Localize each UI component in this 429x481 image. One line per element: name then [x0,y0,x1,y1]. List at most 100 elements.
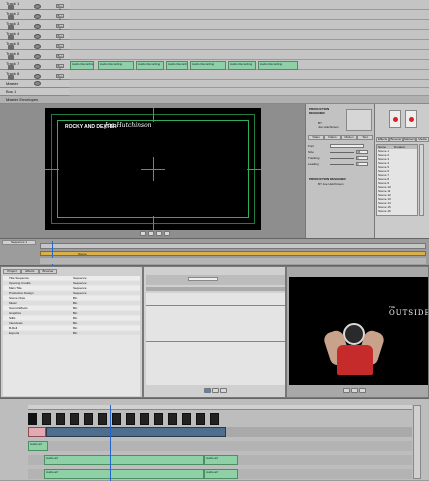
pan-knob[interactable] [34,64,41,69]
video-clip[interactable] [28,427,46,437]
audio-clip[interactable]: Audio Recording [166,61,188,70]
canvas-prev-button[interactable] [343,388,350,393]
track-header[interactable]: Track 4 Bus 1 [0,30,70,41]
video-thumbnail[interactable] [182,413,191,425]
project-item[interactable]: Music Bin [3,301,140,305]
audio-clip[interactable]: Audio Recording [136,61,164,70]
browser-scrollbar[interactable] [419,144,424,216]
pan-knob[interactable] [34,44,41,49]
bus-chip[interactable]: Bus 1 [56,44,64,51]
track-header[interactable]: Track 7 Bus 1 [0,60,70,71]
tab-filters[interactable]: Filters [324,135,341,140]
project-item[interactable]: Sound Effects Bin [3,306,140,310]
track-header[interactable]: Track 2 Bus 1 [0,10,70,21]
list-item[interactable]: Scene 16 [377,209,417,213]
tab-browser-bottom[interactable]: Browser [39,269,57,274]
master-track-header[interactable]: Master [0,80,70,88]
track-lane[interactable] [70,50,429,60]
video-thumbnail[interactable] [112,413,121,425]
project-item[interactable]: Title Sequence Sequence [3,276,140,280]
font-field[interactable] [330,144,364,148]
tab-project[interactable]: Project [3,269,21,274]
audio-clip[interactable]: Audio Recording [258,61,298,70]
canvas-play-button[interactable] [351,388,358,393]
canvas-next-button[interactable] [359,388,366,393]
pan-knob[interactable] [34,14,41,19]
editor-area[interactable] [146,293,285,385]
video-thumbnail[interactable] [56,413,65,425]
pan-knob[interactable] [34,54,41,59]
record-button-2[interactable] [405,110,417,128]
video-thumbnail[interactable] [28,413,37,425]
tab-effects-bottom[interactable]: Effects [21,269,39,274]
tab-markers[interactable]: Markers [403,137,416,142]
track-lane[interactable] [70,40,429,50]
audio-clip[interactable]: Audio Recording [228,61,256,70]
track-lane[interactable] [70,10,429,20]
audio-clip[interactable]: Audio.aif [204,469,238,479]
audio-clip[interactable]: Audio.aif [44,455,204,465]
project-item[interactable]: Interviews Bin [3,321,140,325]
bus-chip[interactable]: Bus 1 [56,34,64,41]
video-thumbnail[interactable] [42,413,51,425]
track-lane[interactable] [70,20,429,30]
viewer-canvas[interactable]: ROCKY AND DEXTER Joe Hutchinson [45,108,261,230]
bus-track-header[interactable]: Bus 1 [0,88,70,96]
pan-knob[interactable] [34,81,41,86]
video-thumbnail[interactable] [196,413,205,425]
video-thumbnail[interactable] [168,413,177,425]
tab-effects[interactable]: Effects [376,137,389,142]
bus-chip[interactable]: Bus 1 [56,4,64,11]
video-thumbnail[interactable] [154,413,163,425]
size-slider[interactable] [330,152,354,153]
sequence-ruler[interactable] [40,243,426,249]
audio-clip[interactable]: Audio Recording [190,61,226,70]
audio-clip[interactable]: Audio.aif [28,441,48,451]
pan-knob[interactable] [34,4,41,9]
video-thumbnail[interactable] [70,413,79,425]
tab-browser[interactable]: Browser [389,137,403,142]
bottom-timeline-ruler[interactable] [28,405,412,410]
tab-motion[interactable]: Motion [341,135,357,140]
tracking-slider[interactable] [330,158,354,159]
editor-field[interactable] [188,277,218,281]
video-thumbnail[interactable] [98,413,107,425]
tab-media[interactable]: Media [416,137,429,142]
tracking-field[interactable]: 0 [356,156,368,160]
tab-text[interactable]: Text [357,135,373,140]
bottom-playhead[interactable] [110,405,111,481]
sequence-tab[interactable]: Sequence 1 [2,240,36,245]
editor-play-button[interactable] [204,388,211,393]
track-header[interactable]: Track 3 Bus 1 [0,20,70,31]
play-button[interactable] [148,231,154,236]
project-item[interactable]: Opening Credits Sequence [3,281,140,285]
track-header[interactable]: Track 5 Bus 1 [0,40,70,51]
track-header[interactable]: Track 1 Bus 1 [0,0,70,11]
audio-clip[interactable]: Audio Recording [98,61,134,70]
track-lane[interactable] [70,70,429,80]
track-header[interactable]: Track 6 Bus 1 [0,50,70,61]
project-item[interactable]: Main Title Sequence [3,286,140,290]
editor-stop-button[interactable] [212,388,219,393]
track-lane[interactable] [70,0,429,10]
audio-clip[interactable]: Audio.aif [44,469,204,479]
record-button-1[interactable] [389,110,401,128]
leading-field[interactable]: 0 [356,162,368,166]
bus-chip[interactable]: Bus 1 [56,14,64,21]
bus-chip[interactable]: Bus 1 [56,74,64,81]
video-thumbnail[interactable] [84,413,93,425]
video-thumbnail[interactable] [210,413,219,425]
canvas-frame[interactable]: THE OUTSIDE [289,277,428,385]
track-lane[interactable] [70,30,429,40]
audio-clip[interactable]: Audio.aif [204,455,238,465]
loop-button[interactable] [164,231,170,236]
leading-slider[interactable] [330,164,354,165]
tab-video[interactable]: Video [308,135,324,140]
editor-loop-button[interactable] [220,388,227,393]
audio-clip[interactable]: Audio Recording [70,61,94,70]
video-thumbnail[interactable] [140,413,149,425]
sequence-bar[interactable] [40,251,426,256]
project-item[interactable]: Graphics Bin [3,311,140,315]
track-header[interactable]: Track 8 Bus 1 [0,70,70,81]
pan-knob[interactable] [34,34,41,39]
